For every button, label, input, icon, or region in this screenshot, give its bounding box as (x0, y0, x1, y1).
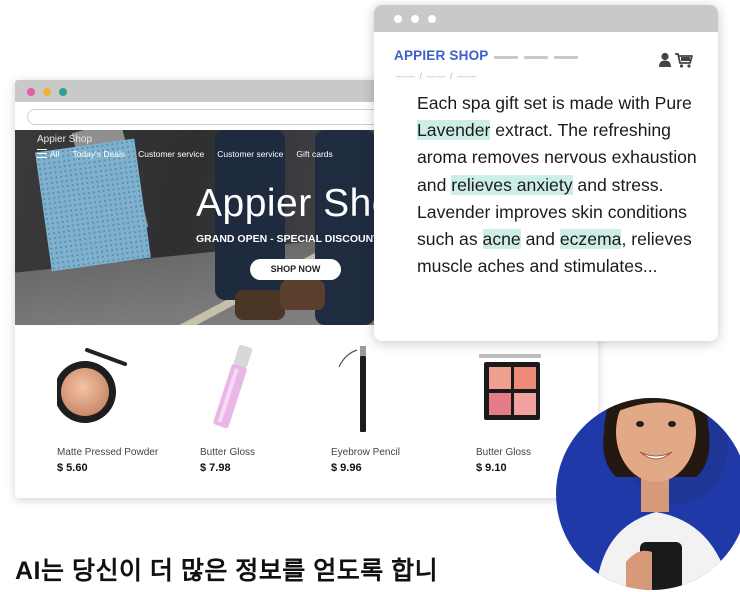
product-list: Matte Pressed Powder $ 5.60 Butter Gloss… (15, 342, 598, 492)
nav-item-gift-cards[interactable]: Gift cards (296, 149, 332, 159)
shop-now-button[interactable]: SHOP NOW (250, 259, 341, 280)
product-name: Eyebrow Pencil (331, 447, 400, 458)
product-price: $ 7.98 (200, 462, 231, 474)
product-price: $ 9.10 (476, 462, 507, 474)
lip-gloss-image (213, 344, 253, 428)
minimize-dot-icon[interactable] (43, 88, 51, 96)
eyebrow-pencil-image (338, 346, 366, 432)
brand-logo[interactable]: APPIER SHOP (394, 48, 488, 63)
highlight-keyword: eczema (559, 229, 622, 250)
product-name: Butter Gloss (200, 447, 256, 458)
window-titlebar (374, 5, 718, 32)
shop-logo[interactable]: Appier Shop (37, 134, 92, 145)
woman-with-phone-image (556, 398, 740, 590)
nav-item-all[interactable]: All (37, 149, 59, 159)
highlight-keyword: relieves anxiety (451, 174, 573, 195)
product-name: Matte Pressed Powder (57, 447, 159, 458)
product-detail-window: APPIER SHOP —— / —— / —— Each spa gift s… (374, 5, 718, 341)
product-description: Each spa gift set is made with Pure Lave… (417, 93, 697, 277)
product-name: Butter Gloss (476, 447, 532, 458)
breadcrumb[interactable]: —— / —— / —— (396, 71, 477, 81)
nav-item-customer-service[interactable]: Customer service (138, 149, 204, 159)
hero-subtitle: GRAND OPEN - SPECIAL DISCOUNT (196, 233, 380, 245)
menu-icon[interactable] (37, 149, 47, 158)
highlight-keyword: acne (482, 229, 521, 250)
product-price: $ 5.60 (57, 462, 88, 474)
powder-compact-image (57, 348, 127, 423)
nav-placeholder[interactable] (524, 56, 548, 59)
highlight-keyword: Lavender (417, 120, 491, 141)
product-price: $ 9.96 (331, 462, 362, 474)
nav-item-todays-deals[interactable]: Today's Deals (72, 149, 125, 159)
hero-shoe-image (235, 290, 285, 320)
maximize-dot-icon[interactable] (59, 88, 67, 96)
caption-headline: AI는 당신이 더 많은 정보를 얻도록 합니 (15, 557, 439, 585)
close-dot-icon[interactable] (27, 88, 35, 96)
window-dot-icon[interactable] (428, 15, 436, 23)
cart-icon[interactable] (674, 52, 694, 69)
window-dot-icon[interactable] (411, 15, 419, 23)
nav-item-customer-service[interactable]: Customer service (217, 149, 283, 159)
shop-nav: All Today's Deals Customer service Custo… (37, 149, 333, 159)
nav-placeholder[interactable] (494, 56, 518, 59)
hero-shoe-image (280, 280, 325, 310)
window-dot-icon[interactable] (394, 15, 402, 23)
nav-placeholder[interactable] (554, 56, 578, 59)
user-icon[interactable] (658, 52, 672, 68)
